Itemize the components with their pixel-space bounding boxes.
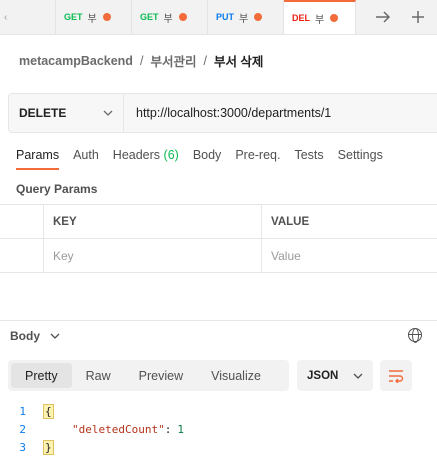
method-select[interactable]: DELETE bbox=[9, 94, 124, 132]
response-body-label: Body bbox=[10, 329, 40, 343]
tab-settings[interactable]: Settings bbox=[338, 148, 383, 170]
tab-headers[interactable]: Headers (6) bbox=[113, 148, 179, 170]
breadcrumb-collection[interactable]: metacampBackend bbox=[19, 54, 133, 68]
checkbox-column-header bbox=[0, 205, 44, 238]
more-options-icon[interactable]: ⋮ bbox=[432, 328, 437, 342]
tab-params[interactable]: Params bbox=[16, 148, 60, 170]
view-tab-raw[interactable]: Raw bbox=[72, 363, 125, 388]
code-line: 2 "deletedCount": 1 bbox=[0, 420, 184, 438]
code-line: 1 { bbox=[0, 402, 184, 420]
json-colon: : bbox=[164, 422, 172, 436]
tab-name: 부 bbox=[315, 14, 325, 26]
unsaved-dot-icon bbox=[178, 13, 187, 21]
globe-icon[interactable] bbox=[408, 328, 422, 343]
request-name[interactable]: 부서 삭제 bbox=[214, 51, 263, 70]
breadcrumb: metacampBackend / 부서관리 / 부서 삭제 bbox=[19, 51, 263, 70]
tab-method: GET bbox=[140, 12, 159, 22]
tab-scroll-left[interactable]: ‹ bbox=[0, 0, 56, 34]
tab-put[interactable]: PUT 부 bbox=[208, 0, 284, 34]
line-number: 1 bbox=[19, 404, 26, 418]
breadcrumb-separator: / bbox=[139, 53, 144, 68]
url-bar: DELETE http://localhost:3000/departments… bbox=[8, 93, 437, 133]
code-line: 3 } bbox=[0, 438, 184, 456]
tab-name: 부 bbox=[87, 13, 97, 25]
tab-name: 부 bbox=[163, 13, 173, 25]
table-header-row: KEY VALUE bbox=[0, 205, 437, 239]
request-tabs: Params Auth Headers (6) Body Pre-req. Te… bbox=[16, 148, 397, 170]
chevron-down-icon bbox=[353, 373, 363, 379]
view-tab-visualize[interactable]: Visualize bbox=[197, 363, 275, 388]
tab-method: PUT bbox=[216, 12, 234, 22]
request-tab-bar: ‹ GET 부 GET 부 PUT 부 DEL 부 bbox=[0, 0, 437, 35]
unsaved-dot-icon bbox=[102, 13, 111, 21]
wrap-lines-icon bbox=[389, 369, 404, 383]
column-header-key: KEY bbox=[44, 205, 262, 238]
value-input[interactable]: Value bbox=[262, 239, 437, 272]
tab-method: GET bbox=[64, 12, 83, 22]
json-key: "deletedCount" bbox=[72, 422, 165, 436]
plus-icon[interactable] bbox=[411, 10, 425, 24]
tab-tests[interactable]: Tests bbox=[294, 148, 323, 170]
table-row: Key Value bbox=[0, 239, 437, 273]
response-view-tabs: Pretty Raw Preview Visualize bbox=[8, 360, 289, 391]
tab-auth[interactable]: Auth bbox=[73, 148, 99, 170]
tab-headers-label: Headers bbox=[112, 148, 161, 162]
unsaved-dot-icon bbox=[330, 14, 339, 22]
response-body-toggle[interactable]: Body bbox=[10, 329, 60, 343]
chevron-left-icon: ‹ bbox=[4, 11, 8, 23]
response-divider[interactable] bbox=[0, 320, 437, 321]
tab-prereq[interactable]: Pre-req. bbox=[235, 148, 280, 170]
view-tab-preview[interactable]: Preview bbox=[125, 363, 197, 388]
arrow-right-icon[interactable] bbox=[375, 10, 391, 24]
view-tab-pretty[interactable]: Pretty bbox=[11, 363, 72, 388]
chevron-down-icon bbox=[103, 110, 113, 116]
method-value: DELETE bbox=[19, 106, 67, 120]
tab-delete-active[interactable]: DEL 부 bbox=[284, 0, 356, 34]
tab-method: DEL bbox=[292, 13, 310, 23]
query-params-table: KEY VALUE Key Value bbox=[0, 204, 437, 273]
row-checkbox[interactable] bbox=[0, 239, 44, 272]
tab-name: 부 bbox=[239, 13, 249, 25]
chevron-down-icon bbox=[50, 333, 60, 339]
tab-body[interactable]: Body bbox=[193, 148, 222, 170]
json-value: 1 bbox=[177, 422, 184, 436]
headers-count: (6) bbox=[163, 148, 179, 162]
url-input[interactable]: http://localhost:3000/departments/1 bbox=[124, 106, 331, 120]
key-input[interactable]: Key bbox=[44, 239, 262, 272]
breadcrumb-folder[interactable]: 부서관리 bbox=[150, 51, 196, 70]
breadcrumb-separator: / bbox=[203, 53, 207, 68]
wrap-lines-button[interactable] bbox=[380, 360, 412, 391]
json-brace: { bbox=[43, 403, 54, 419]
response-code: 1 { 2 "deletedCount": 1 3 } bbox=[0, 402, 184, 456]
tab-get-2[interactable]: GET 부 bbox=[132, 0, 208, 34]
line-number: 2 bbox=[19, 422, 26, 436]
line-number: 3 bbox=[19, 440, 26, 454]
format-value: JSON bbox=[307, 369, 339, 382]
response-format-select[interactable]: JSON bbox=[297, 360, 373, 391]
column-header-value: VALUE bbox=[271, 215, 310, 228]
unsaved-dot-icon bbox=[254, 13, 263, 21]
json-brace: } bbox=[43, 439, 54, 455]
tab-get-1[interactable]: GET 부 bbox=[56, 0, 132, 34]
query-params-title: Query Params bbox=[16, 182, 98, 196]
